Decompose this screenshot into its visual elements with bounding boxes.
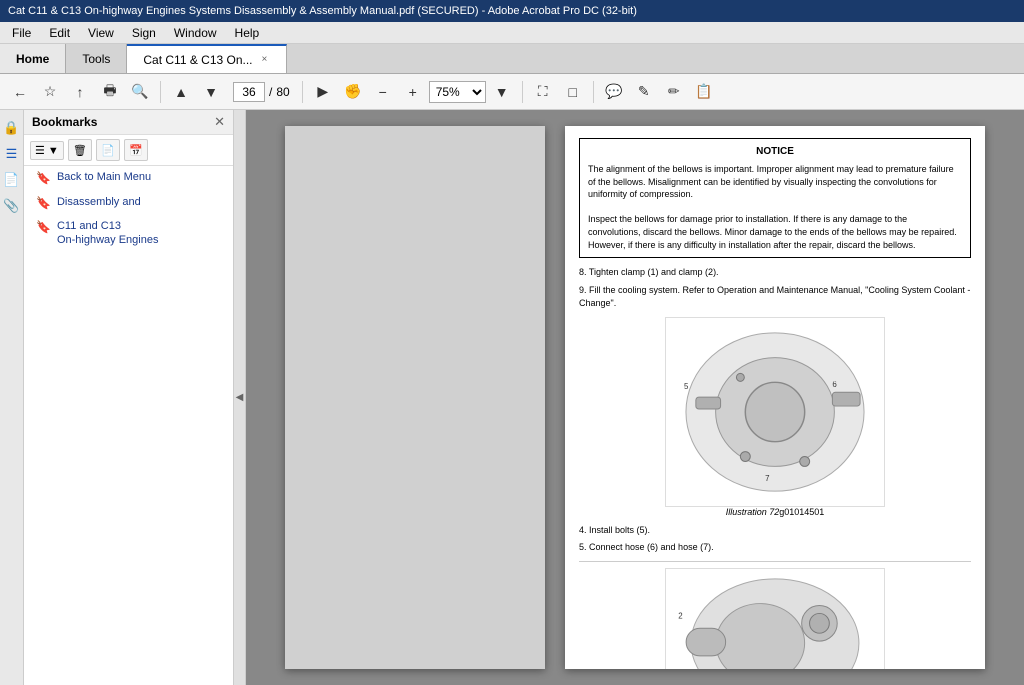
- toolbar-zoom-out[interactable]: −: [369, 79, 397, 105]
- toolbar-back-button[interactable]: ←: [6, 79, 34, 105]
- notice-box: NOTICE The alignment of the bellows is i…: [579, 138, 971, 258]
- home-tab-label: Home: [16, 52, 49, 66]
- menu-view[interactable]: View: [80, 24, 122, 42]
- tools-tab-label: Tools: [82, 52, 110, 66]
- bookmark-icon-1: 🔖: [36, 171, 51, 187]
- notice-title: NOTICE: [588, 145, 962, 159]
- bookmark-item-c11-c13[interactable]: 🔖 C11 and C13On-highway Engines: [24, 215, 233, 252]
- bookmarks-delete-button[interactable]: 🗑: [68, 139, 92, 161]
- toolbar-search-button[interactable]: 🔍: [126, 79, 154, 105]
- menu-edit[interactable]: Edit: [41, 24, 78, 42]
- main-area: 🔒 ☰ 📄 📎 Bookmarks ✕ ☰ ▼ 🗑 📄 📅 🔖 Back to …: [0, 110, 1024, 685]
- tab-close-button[interactable]: ×: [259, 53, 271, 66]
- bookmarks-close-button[interactable]: ✕: [214, 114, 225, 130]
- tab-tools[interactable]: Tools: [66, 44, 127, 73]
- step-4: 4. Install bolts (5).: [579, 524, 971, 538]
- page-separator: /: [269, 85, 272, 99]
- toolbar-zoom-menu[interactable]: ▼: [488, 79, 516, 105]
- bookmark-item-main-menu[interactable]: 🔖 Back to Main Menu: [24, 166, 233, 191]
- toolbar-pages-view[interactable]: □: [559, 79, 587, 105]
- bookmarks-add-child-button[interactable]: 📄: [96, 139, 120, 161]
- svg-text:6: 6: [832, 380, 837, 389]
- doc-tab-label: Cat C11 & C13 On...: [143, 53, 252, 67]
- illustration-72-code: g01014501: [779, 507, 824, 517]
- engine-diagram-2: 2 3 4 Illustration 73 g01014499: [579, 568, 971, 669]
- page-number-input[interactable]: [233, 82, 265, 102]
- bookmark-item-disassembly[interactable]: 🔖 Disassembly and: [24, 191, 233, 216]
- toolbar-separator-2: [302, 81, 303, 103]
- sidebar-icon-panel: 🔒 ☰ 📄 📎: [0, 110, 24, 685]
- toolbar-stamp[interactable]: 📋: [690, 79, 718, 105]
- engine-illustration-73: 2 3 4: [665, 568, 885, 669]
- pdf-page-right: NOTICE The alignment of the bellows is i…: [565, 126, 985, 669]
- svg-text:2: 2: [678, 611, 682, 620]
- bookmarks-header: Bookmarks ✕: [24, 110, 233, 135]
- bookmarks-toolbar: ☰ ▼ 🗑 📄 📅: [24, 135, 233, 166]
- toolbar-separator-4: [593, 81, 594, 103]
- toolbar-zoom-in[interactable]: +: [399, 79, 427, 105]
- bookmarks-title: Bookmarks: [32, 115, 97, 129]
- menu-sign[interactable]: Sign: [124, 24, 164, 42]
- bookmarks-properties-button[interactable]: 📅: [124, 139, 148, 161]
- bookmark-label-1: Back to Main Menu: [57, 170, 151, 184]
- bookmarks-menu-dropdown[interactable]: ☰ ▼: [30, 141, 64, 160]
- toolbar-comment[interactable]: 💬: [600, 79, 628, 105]
- svg-text:7: 7: [765, 474, 769, 483]
- menu-window[interactable]: Window: [166, 24, 225, 42]
- illustration-72-label: Illustration 72: [726, 507, 780, 517]
- step-5: 5. Connect hose (6) and hose (7).: [579, 541, 971, 555]
- panel-collapse-handle[interactable]: ◀: [234, 110, 246, 685]
- sidebar-pages-icon[interactable]: 📄: [2, 170, 22, 190]
- toolbar-star-button[interactable]: ☆: [36, 79, 64, 105]
- sidebar-attach-icon[interactable]: 📎: [2, 196, 22, 216]
- bookmark-label-2: Disassembly and: [57, 195, 141, 209]
- toolbar-next-page-button[interactable]: ▼: [197, 79, 225, 105]
- bookmarks-list: 🔖 Back to Main Menu 🔖 Disassembly and 🔖 …: [24, 166, 233, 685]
- step-9: 9. Fill the cooling system. Refer to Ope…: [579, 284, 971, 311]
- page-total: 80: [276, 85, 289, 99]
- toolbar-select-tool[interactable]: ▶: [309, 79, 337, 105]
- toolbar-prev-page-button[interactable]: ▲: [167, 79, 195, 105]
- toolbar-upload-button[interactable]: ↑: [66, 79, 94, 105]
- tab-bar: Home Tools Cat C11 & C13 On... ×: [0, 44, 1024, 74]
- illustration-72-caption: Illustration 72 g01014501: [726, 507, 825, 518]
- page-navigation: / 80: [227, 82, 296, 102]
- menu-bar: File Edit View Sign Window Help: [0, 22, 1024, 44]
- sidebar-lock-icon[interactable]: 🔒: [2, 118, 22, 138]
- toolbar-print-button[interactable]: 🖶: [96, 79, 124, 105]
- pdf-page-left: [285, 126, 545, 669]
- toolbar-highlight[interactable]: ✏: [660, 79, 688, 105]
- bookmark-label-3: C11 and C13On-highway Engines: [57, 219, 159, 248]
- tab-home[interactable]: Home: [0, 44, 66, 73]
- toolbar-separator-3: [522, 81, 523, 103]
- zoom-selector[interactable]: 75% 100% 125% 150%: [429, 81, 486, 103]
- step-8: 8. Tighten clamp (1) and clamp (2).: [579, 266, 971, 280]
- pdf-content-area[interactable]: NOTICE The alignment of the bellows is i…: [246, 110, 1024, 685]
- bookmark-icon-3: 🔖: [36, 220, 51, 236]
- toolbar: ← ☆ ↑ 🖶 🔍 ▲ ▼ / 80 ▶ ✊ − + 75% 100% 125%…: [0, 74, 1024, 110]
- notice-text-2: Inspect the bellows for damage prior to …: [588, 213, 962, 251]
- notice-text-1: The alignment of the bellows is importan…: [588, 163, 962, 201]
- svg-text:5: 5: [684, 382, 689, 391]
- toolbar-hand-tool[interactable]: ✊: [339, 79, 367, 105]
- title-text: Cat C11 & C13 On-highway Engines Systems…: [8, 5, 637, 17]
- engine-illustration-72: 5 6 7: [665, 317, 885, 507]
- toolbar-draw[interactable]: ✎: [630, 79, 658, 105]
- menu-help[interactable]: Help: [227, 24, 268, 42]
- tab-document[interactable]: Cat C11 & C13 On... ×: [127, 44, 287, 73]
- engine-diagram-1: 5 6 7 Illustration 72 g01014501: [579, 317, 971, 518]
- bookmarks-panel: Bookmarks ✕ ☰ ▼ 🗑 📄 📅 🔖 Back to Main Men…: [24, 110, 234, 685]
- title-bar: Cat C11 & C13 On-highway Engines Systems…: [0, 0, 1024, 22]
- sidebar-bookmarks-icon[interactable]: ☰: [2, 144, 22, 164]
- toolbar-separator-1: [160, 81, 161, 103]
- bookmark-icon-2: 🔖: [36, 196, 51, 212]
- menu-file[interactable]: File: [4, 24, 39, 42]
- toolbar-fit-page[interactable]: ⛶: [529, 79, 557, 105]
